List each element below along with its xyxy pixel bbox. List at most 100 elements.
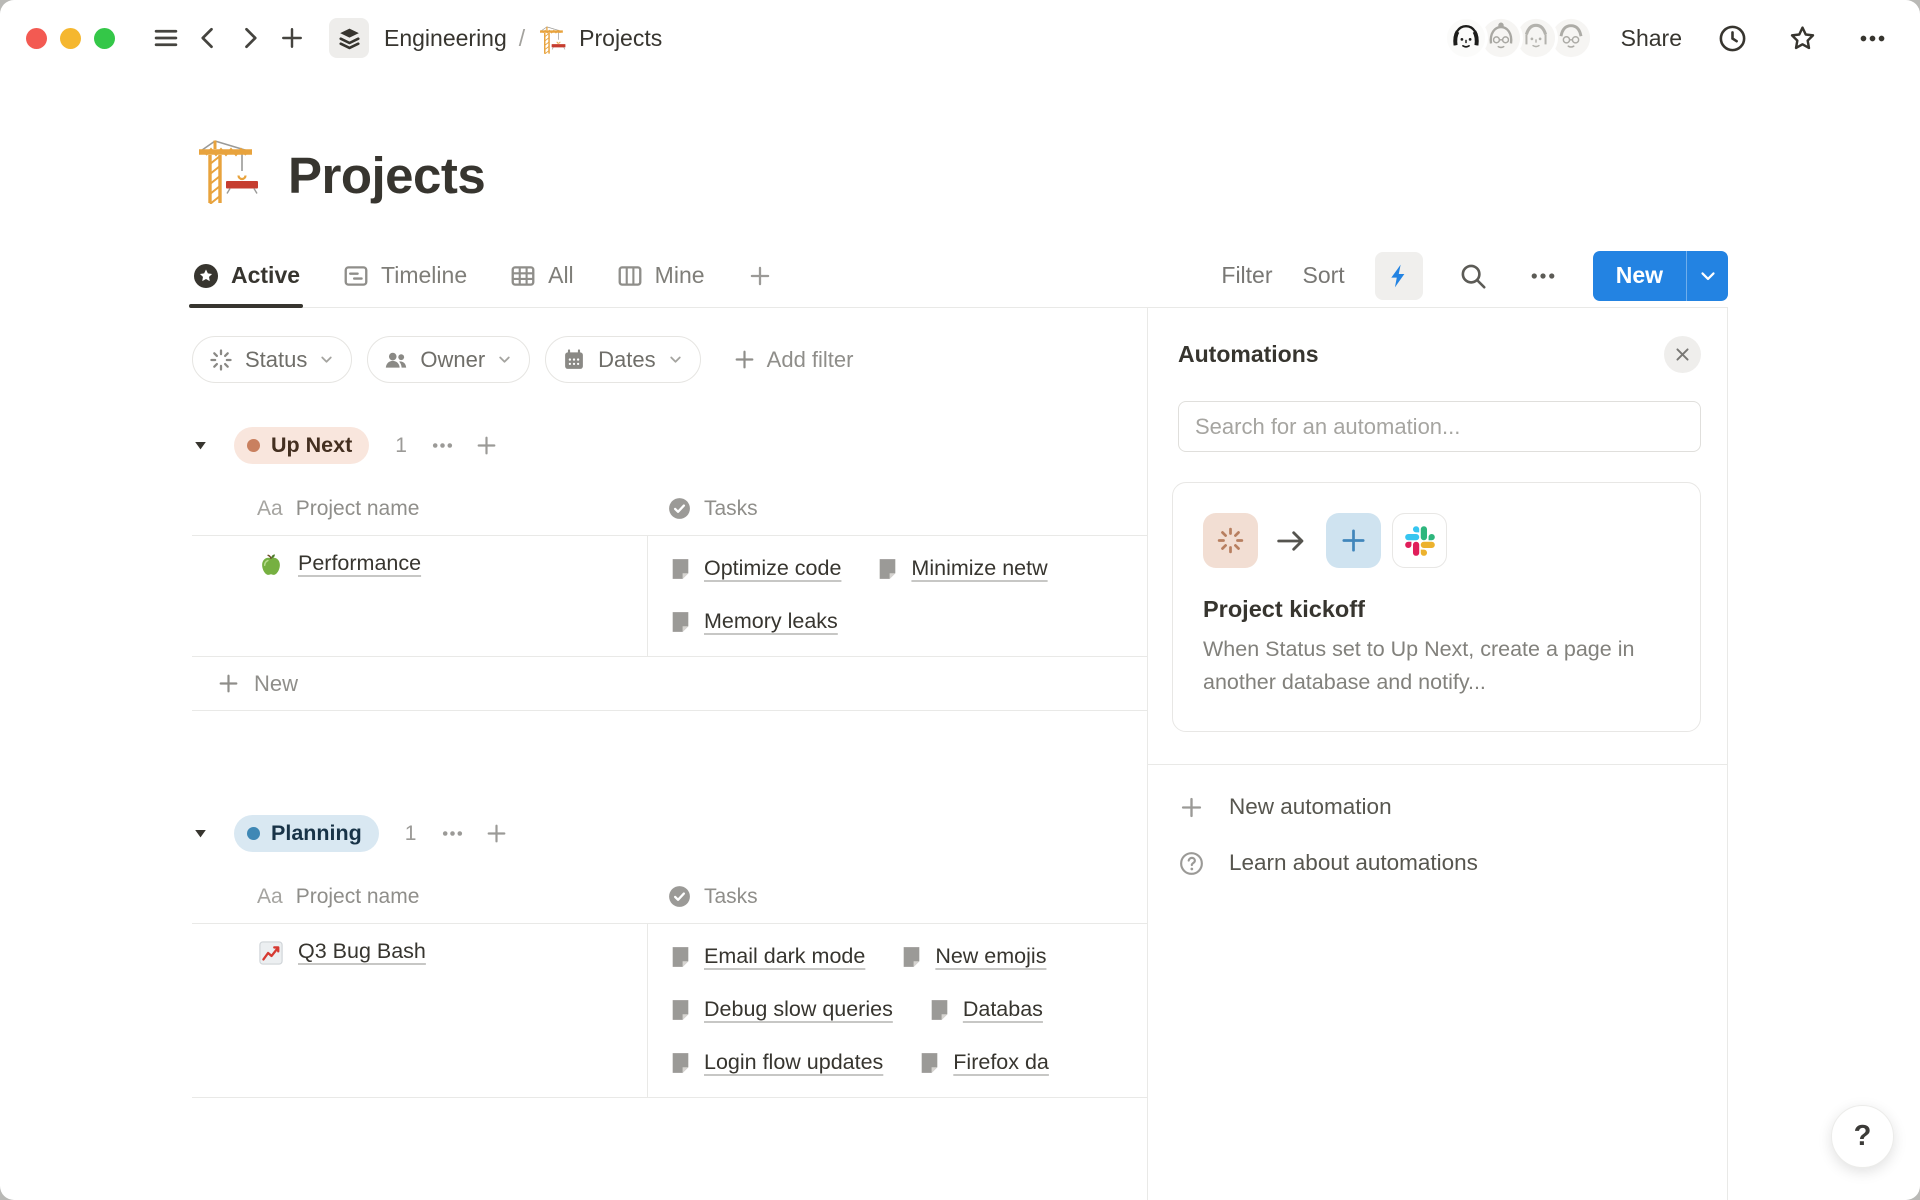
automations-button[interactable] <box>1375 252 1423 300</box>
new-dropdown-button[interactable] <box>1686 251 1728 301</box>
task-link[interactable]: Databas <box>927 997 1043 1022</box>
people-icon <box>383 347 409 373</box>
ellipsis-icon <box>1528 261 1558 291</box>
column-header-project-name[interactable]: Project name <box>296 885 420 909</box>
search-view-button[interactable] <box>1453 256 1493 296</box>
add-view-button[interactable] <box>747 263 773 289</box>
minimize-window-button[interactable] <box>60 28 81 49</box>
chip-label: Owner <box>420 347 485 373</box>
task-link[interactable]: Minimize netw <box>875 556 1047 581</box>
close-panel-button[interactable] <box>1664 336 1701 373</box>
task-link[interactable]: Debug slow queries <box>668 997 893 1022</box>
favorite-button[interactable] <box>1782 18 1822 58</box>
view-actions: Filter Sort New <box>1221 251 1728 301</box>
star-circle-icon <box>192 262 220 290</box>
page-body: Status Owner Dates Add filter <box>0 308 1920 1200</box>
timeline-view-icon <box>342 262 370 290</box>
projects-table: Aa Project name Tasks Q3 Bug Bash <box>192 870 1147 1098</box>
help-button[interactable]: ? <box>1831 1105 1894 1168</box>
project-link[interactable]: Performance <box>298 551 421 576</box>
group-collapse-button[interactable] <box>192 429 222 463</box>
breadcrumb-page[interactable]: Projects <box>579 25 662 52</box>
column-header-project-name[interactable]: Project name <box>296 497 420 521</box>
layers-icon <box>336 25 363 52</box>
task-link[interactable]: Optimize code <box>668 556 841 581</box>
sidebar-toggle-button[interactable] <box>145 17 187 59</box>
page-title[interactable]: Projects <box>288 148 485 204</box>
learn-about-automations-button[interactable]: Learn about automations <box>1178 835 1701 891</box>
add-filter-button[interactable]: Add filter <box>732 347 854 373</box>
question-circle-icon <box>1178 850 1205 877</box>
column-header-tasks[interactable]: Tasks <box>704 497 758 521</box>
sort-button[interactable]: Sort <box>1303 262 1345 289</box>
project-link[interactable]: Q3 Bug Bash <box>298 939 426 964</box>
projects-table: Aa Project name Tasks Performance <box>192 482 1147 711</box>
share-button[interactable]: Share <box>1621 25 1682 52</box>
panel-actions: New automation Learn about automations <box>1148 765 1727 891</box>
tab-mine[interactable]: Mine <box>616 244 705 307</box>
crane-emoji <box>537 23 568 54</box>
new-automation-button[interactable]: New automation <box>1178 779 1701 835</box>
filter-chip-status[interactable]: Status <box>192 336 352 383</box>
page-icon <box>927 997 952 1022</box>
page-icon <box>668 609 693 634</box>
chevron-down-icon <box>496 351 513 368</box>
new-button[interactable]: New <box>1593 251 1686 301</box>
filter-chip-dates[interactable]: Dates <box>545 336 700 383</box>
updates-button[interactable] <box>1712 18 1752 58</box>
workspace-icon[interactable] <box>329 18 369 58</box>
new-split-button: New <box>1593 251 1728 301</box>
group-status-badge[interactable]: Planning <box>234 815 379 852</box>
task-link[interactable]: Email dark mode <box>668 944 865 969</box>
page-icon <box>668 944 693 969</box>
table-header-row: Aa Project name Tasks <box>192 482 1147 536</box>
view-more-button[interactable] <box>1523 256 1563 296</box>
plus-icon <box>484 821 509 846</box>
group-add-button[interactable] <box>469 428 505 464</box>
page-icon <box>917 1050 942 1075</box>
automations-title: Automations <box>1178 341 1319 368</box>
zoom-window-button[interactable] <box>94 28 115 49</box>
forward-button[interactable] <box>229 17 271 59</box>
view-tab-bar: Active Timeline All Mine Filter Sort <box>192 244 1728 308</box>
status-trigger-icon <box>1203 513 1258 568</box>
new-page-button[interactable] <box>271 17 313 59</box>
filter-chip-owner[interactable]: Owner <box>367 336 530 383</box>
lightning-bolt-icon <box>1385 262 1413 290</box>
group-planning: Planning 1 Aa Project name <box>192 815 1147 1098</box>
tab-label: Timeline <box>381 262 467 289</box>
task-link[interactable]: Firefox da <box>917 1050 1049 1075</box>
status-spinner-icon <box>208 347 234 373</box>
crane-emoji[interactable] <box>192 132 264 204</box>
automation-card[interactable]: Project kickoff When Status set to Up Ne… <box>1172 482 1701 732</box>
back-button[interactable] <box>187 17 229 59</box>
task-link[interactable]: Login flow updates <box>668 1050 883 1075</box>
task-link[interactable]: Memory leaks <box>668 609 838 634</box>
new-row-button[interactable]: New <box>192 657 1147 711</box>
chevron-down-icon <box>1697 265 1719 287</box>
avatar[interactable] <box>1444 16 1488 60</box>
group-status-badge[interactable]: Up Next <box>234 427 369 464</box>
page-icon <box>668 1050 693 1075</box>
column-header-tasks[interactable]: Tasks <box>704 885 758 909</box>
automation-search-input[interactable] <box>1178 401 1701 452</box>
group-header: Planning 1 <box>192 815 1147 852</box>
window-titlebar: Engineering / Projects Share <box>0 0 1920 76</box>
tab-all[interactable]: All <box>509 244 574 307</box>
more-options-button[interactable] <box>1852 18 1892 58</box>
group-more-button[interactable] <box>434 816 470 852</box>
group-collapse-button[interactable] <box>192 817 222 851</box>
plus-icon <box>474 433 499 458</box>
group-name: Planning <box>271 821 362 846</box>
page-icon <box>668 997 693 1022</box>
filter-button[interactable]: Filter <box>1221 262 1272 289</box>
tab-active[interactable]: Active <box>192 244 300 307</box>
group-more-button[interactable] <box>425 428 461 464</box>
close-window-button[interactable] <box>26 28 47 49</box>
task-link[interactable]: New emojis <box>899 944 1046 969</box>
tab-timeline[interactable]: Timeline <box>342 244 467 307</box>
group-add-button[interactable] <box>478 816 514 852</box>
chip-label: Status <box>245 347 307 373</box>
new-automation-label: New automation <box>1229 794 1392 820</box>
breadcrumb-workspace[interactable]: Engineering <box>384 25 507 52</box>
